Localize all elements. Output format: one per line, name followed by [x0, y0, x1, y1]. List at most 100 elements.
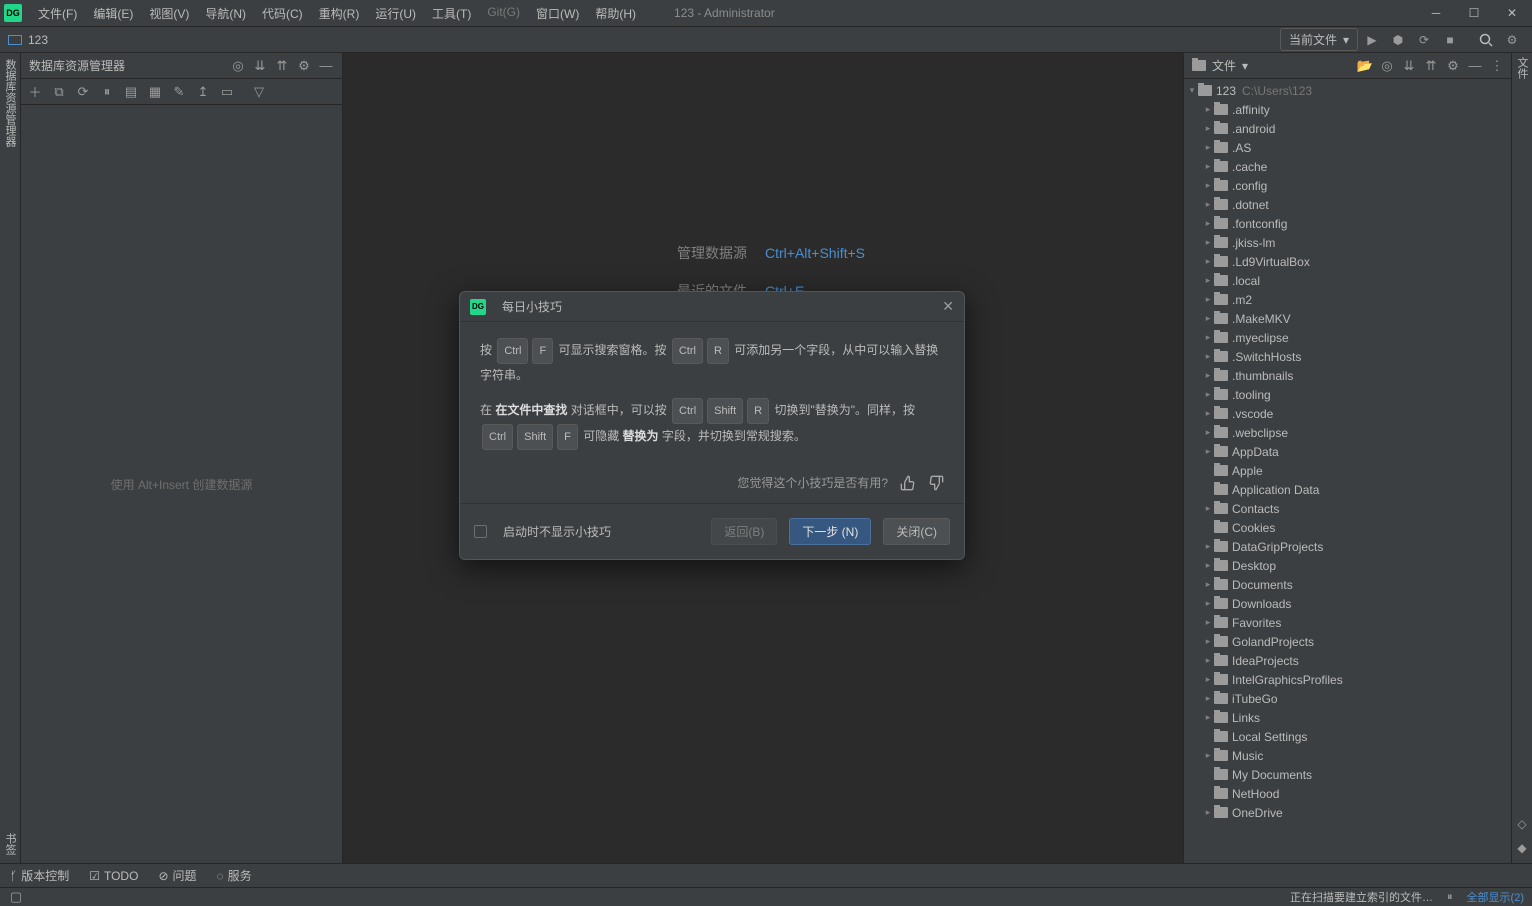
panel-minimize-icon[interactable]: — — [318, 58, 334, 74]
tree-item[interactable]: ▸.webclipse — [1184, 423, 1511, 442]
tree-item[interactable]: ▸IdeaProjects — [1184, 651, 1511, 670]
tree-item[interactable]: ▸.AS — [1184, 138, 1511, 157]
collapse-icon[interactable]: ⇈ — [1423, 58, 1439, 74]
menu-view[interactable]: 视图(V) — [141, 2, 197, 25]
refresh-icon[interactable]: ⟳ — [75, 84, 91, 100]
right-strip-files[interactable]: 文件 — [1514, 57, 1530, 79]
diagram-icon[interactable]: ▭ — [219, 84, 235, 100]
menu-tools[interactable]: 工具(T) — [424, 2, 479, 25]
todo-tool-button[interactable]: ☑TODO — [89, 869, 138, 883]
tree-item[interactable]: ▸.jkiss-lm — [1184, 233, 1511, 252]
tree-item[interactable]: ▸AppData — [1184, 442, 1511, 461]
stop-icon[interactable]: ⏸ — [99, 84, 115, 100]
tree-item[interactable]: ▸Links — [1184, 708, 1511, 727]
next-button[interactable]: 下一步 (N) — [789, 518, 871, 545]
tree-item[interactable]: ▸IntelGraphicsProfiles — [1184, 670, 1511, 689]
minimize-button[interactable]: ─ — [1426, 3, 1446, 23]
maximize-button[interactable]: ☐ — [1464, 3, 1484, 23]
tree-item[interactable]: ▸.affinity — [1184, 100, 1511, 119]
tree-item[interactable]: ▸.android — [1184, 119, 1511, 138]
tree-item[interactable]: ▸.dotnet — [1184, 195, 1511, 214]
expand-all-icon[interactable]: ⇊ — [252, 58, 268, 74]
panel-settings-icon[interactable]: ⚙ — [296, 58, 312, 74]
upload-icon[interactable]: ↥ — [195, 84, 211, 100]
menu-git[interactable]: Git(G) — [479, 2, 528, 25]
tree-item[interactable]: ▸Documents — [1184, 575, 1511, 594]
tree-item[interactable]: ▸Music — [1184, 746, 1511, 765]
services-tool-button[interactable]: ◌服务 — [217, 867, 252, 884]
tree-item[interactable]: ▸.cache — [1184, 157, 1511, 176]
tree-item[interactable]: Cookies — [1184, 518, 1511, 537]
menu-run[interactable]: 运行(U) — [367, 2, 424, 25]
add-datasource-icon[interactable]: ＋ — [27, 84, 43, 100]
edit-icon[interactable]: ✎ — [171, 84, 187, 100]
files-settings-icon[interactable]: ⚙ — [1445, 58, 1461, 74]
tree-item[interactable]: ▸.local — [1184, 271, 1511, 290]
table-icon[interactable]: ▦ — [147, 84, 163, 100]
show-all-link[interactable]: 全部显示(2) — [1467, 889, 1524, 905]
debug-button[interactable]: ⬢ — [1386, 28, 1410, 52]
menu-window[interactable]: 窗口(W) — [528, 2, 587, 25]
tree-item[interactable]: ▸.config — [1184, 176, 1511, 195]
close-button[interactable]: 关闭(C) — [883, 518, 950, 545]
tree-item[interactable]: NetHood — [1184, 784, 1511, 803]
dont-show-checkbox[interactable] — [474, 525, 487, 538]
duplicate-icon[interactable]: ⧉ — [51, 84, 67, 100]
tree-item[interactable]: ▸Favorites — [1184, 613, 1511, 632]
tree-item[interactable]: ▸GolandProjects — [1184, 632, 1511, 651]
scope-combo[interactable]: 当前文件 ▾ — [1280, 28, 1358, 51]
files-view-combo[interactable]: 文件 ▾ — [1192, 57, 1248, 74]
notifications-icon[interactable]: ◆ — [1517, 841, 1526, 855]
tree-item[interactable]: ▸.SwitchHosts — [1184, 347, 1511, 366]
tool-window-icon[interactable]: ▢ — [8, 889, 24, 905]
tree-item[interactable]: My Documents — [1184, 765, 1511, 784]
vcs-tool-button[interactable]: ᚶ版本控制 — [10, 867, 69, 884]
menu-help[interactable]: 帮助(H) — [587, 2, 644, 25]
tree-item[interactable]: ▸OneDrive — [1184, 803, 1511, 822]
tree-item[interactable]: ▸.vscode — [1184, 404, 1511, 423]
tree-item[interactable]: Apple — [1184, 461, 1511, 480]
problems-tool-button[interactable]: ⊘问题 — [158, 867, 196, 884]
more-icon[interactable]: ⋮ — [1489, 58, 1505, 74]
tree-item[interactable]: Application Data — [1184, 480, 1511, 499]
back-button[interactable]: 返回(B) — [711, 518, 777, 545]
menu-refactor[interactable]: 重构(R) — [311, 2, 368, 25]
tree-item[interactable]: ▸.thumbnails — [1184, 366, 1511, 385]
tree-item[interactable]: ▸Desktop — [1184, 556, 1511, 575]
left-strip-bookmarks[interactable]: 书签 — [2, 833, 18, 855]
database-tool-icon[interactable]: ◇ — [1517, 817, 1526, 831]
select-opened-icon[interactable]: ◎ — [1379, 58, 1395, 74]
expand-icon[interactable]: ⇊ — [1401, 58, 1417, 74]
left-strip-db[interactable]: 数据库资源管理器 — [2, 59, 18, 147]
tree-root[interactable]: ▾123C:\Users\123 — [1184, 81, 1511, 100]
tree-item[interactable]: ▸.Ld9VirtualBox — [1184, 252, 1511, 271]
open-icon[interactable]: 📂 — [1357, 58, 1373, 74]
stop-button[interactable]: ■ — [1438, 28, 1462, 52]
menu-edit[interactable]: 编辑(E) — [85, 2, 141, 25]
jump-to-console-icon[interactable]: ▤ — [123, 84, 139, 100]
tree-item[interactable]: ▸.m2 — [1184, 290, 1511, 309]
tree-item[interactable]: ▸DataGripProjects — [1184, 537, 1511, 556]
close-window-button[interactable]: ✕ — [1502, 3, 1522, 23]
files-minimize-icon[interactable]: — — [1467, 58, 1483, 74]
collapse-all-icon[interactable]: ⇈ — [274, 58, 290, 74]
run-config-button[interactable]: ⟳ — [1412, 28, 1436, 52]
tree-item[interactable]: ▸.MakeMKV — [1184, 309, 1511, 328]
thumbs-up-icon[interactable] — [900, 475, 916, 491]
pause-indexing-icon[interactable]: ⏸ — [1447, 891, 1453, 904]
menu-navigate[interactable]: 导航(N) — [197, 2, 254, 25]
filter-icon[interactable]: ▽ — [251, 84, 267, 100]
tree-item[interactable]: ▸Contacts — [1184, 499, 1511, 518]
menu-file[interactable]: 文件(F) — [30, 2, 85, 25]
tree-item[interactable]: ▸.fontconfig — [1184, 214, 1511, 233]
dialog-close-icon[interactable]: ✕ — [942, 298, 954, 315]
breadcrumb-project[interactable]: 123 — [28, 33, 48, 47]
search-everywhere-button[interactable] — [1474, 28, 1498, 52]
file-tree[interactable]: ▾123C:\Users\123▸.affinity▸.android▸.AS▸… — [1184, 79, 1511, 863]
tree-item[interactable]: ▸.myeclipse — [1184, 328, 1511, 347]
tree-item[interactable]: ▸.tooling — [1184, 385, 1511, 404]
tree-item[interactable]: Local Settings — [1184, 727, 1511, 746]
target-icon[interactable]: ◎ — [230, 58, 246, 74]
thumbs-down-icon[interactable] — [928, 475, 944, 491]
ide-settings-button[interactable]: ⚙ — [1500, 28, 1524, 52]
